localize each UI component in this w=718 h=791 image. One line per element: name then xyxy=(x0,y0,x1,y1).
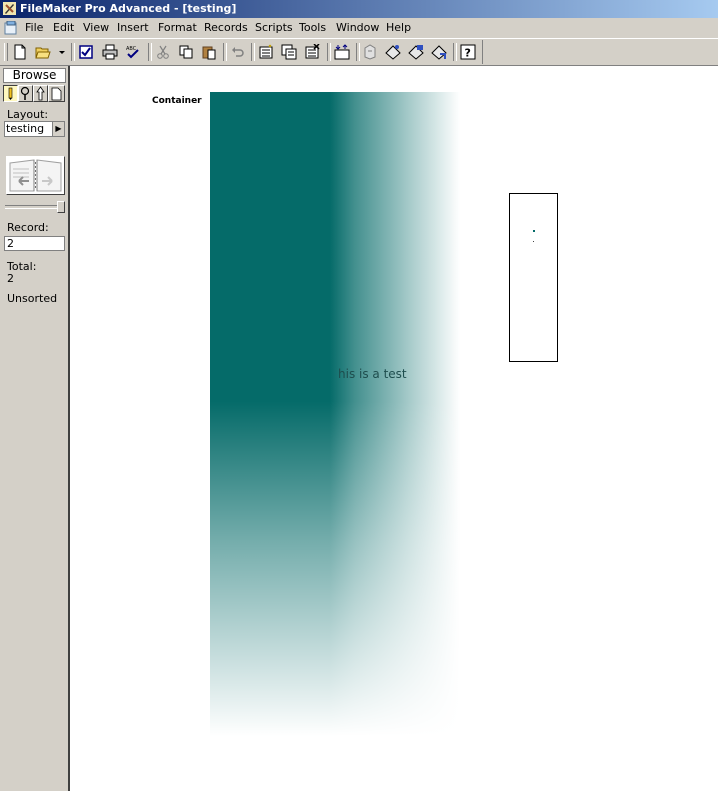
find-mode-button[interactable] xyxy=(18,85,33,102)
pencil-icon xyxy=(8,87,13,100)
record-slider-track[interactable] xyxy=(5,205,64,209)
open-folder-icon[interactable] xyxy=(35,44,51,60)
menu-file[interactable]: File xyxy=(23,18,45,38)
copy-icon[interactable] xyxy=(178,44,194,60)
spelling-check-icon[interactable]: ABC xyxy=(125,44,141,60)
duplicate-record-icon[interactable] xyxy=(281,44,297,60)
container-field-label: Container xyxy=(152,96,202,106)
window-title: FileMaker Pro Advanced - [testing] xyxy=(20,2,237,15)
paste-icon[interactable] xyxy=(201,44,217,60)
menu-scripts[interactable]: Scripts xyxy=(253,18,295,38)
record-label: Record: xyxy=(7,221,49,234)
layout-content-area: Container his is a test xyxy=(70,66,718,791)
menu-help[interactable]: Help xyxy=(384,18,413,38)
toolbar-separator xyxy=(356,43,360,61)
browse-mode-button[interactable] xyxy=(3,85,18,102)
gradient-fade xyxy=(210,92,460,736)
menu-bar: File Edit View Insert Format Records Scr… xyxy=(0,18,718,38)
standard-toolbar: ABC ? xyxy=(0,38,718,66)
toolbar-separator xyxy=(251,43,255,61)
script-icon[interactable] xyxy=(362,44,378,60)
menu-tools[interactable]: Tools xyxy=(297,18,328,38)
status-area: Browse Layout: testing ▶ Record: 2 Total… xyxy=(0,66,70,791)
menu-edit[interactable]: Edit xyxy=(51,18,76,38)
record-slider-thumb[interactable] xyxy=(57,201,65,213)
menu-window[interactable]: Window xyxy=(334,18,381,38)
field-dot xyxy=(533,241,534,242)
menu-records[interactable]: Records xyxy=(202,18,250,38)
toolbar-separator xyxy=(453,43,457,61)
title-bar: FileMaker Pro Advanced - [testing] xyxy=(0,0,718,18)
new-record-icon[interactable] xyxy=(258,44,274,60)
cut-icon[interactable] xyxy=(155,44,171,60)
layout-mode-button[interactable] xyxy=(33,85,48,102)
total-value: 2 xyxy=(7,272,14,285)
field-dot xyxy=(533,230,535,232)
print-icon[interactable] xyxy=(102,44,118,60)
sort-icon[interactable] xyxy=(334,44,350,60)
chevron-down-icon[interactable] xyxy=(58,44,66,60)
chevron-right-icon[interactable]: ▶ xyxy=(52,122,64,136)
overlay-text-field[interactable]: his is a test xyxy=(338,367,407,381)
export-icon[interactable] xyxy=(431,44,447,60)
svg-text:?: ? xyxy=(465,47,471,60)
document-icon[interactable] xyxy=(4,21,18,35)
toolbar-end xyxy=(482,40,483,64)
preview-mode-button[interactable] xyxy=(48,85,65,102)
delete-record-icon[interactable] xyxy=(304,44,320,60)
send-icon[interactable] xyxy=(385,44,401,60)
page-icon xyxy=(51,87,62,101)
record-book[interactable] xyxy=(6,156,65,195)
toolbar-separator xyxy=(71,43,75,61)
menu-insert[interactable]: Insert xyxy=(115,18,151,38)
send-mail-icon[interactable] xyxy=(408,44,424,60)
layout-label: Layout: xyxy=(7,108,49,121)
menu-format[interactable]: Format xyxy=(156,18,199,38)
book-icon xyxy=(9,159,62,192)
toolbar-separator xyxy=(223,43,227,61)
container-field[interactable] xyxy=(210,92,460,736)
layout-value: testing xyxy=(6,122,45,135)
undo-icon[interactable] xyxy=(230,44,246,60)
layout-tool-icon xyxy=(36,86,45,101)
svg-text:ABC: ABC xyxy=(126,46,137,52)
new-document-icon[interactable] xyxy=(12,44,28,60)
toolbar-separator xyxy=(148,43,152,61)
toolbar-separator xyxy=(327,43,331,61)
help-icon[interactable]: ? xyxy=(460,44,476,60)
magnifier-icon xyxy=(20,86,30,100)
filemaker-app-icon xyxy=(3,2,16,15)
mode-label: Browse xyxy=(3,68,66,83)
text-field-box[interactable] xyxy=(509,193,558,362)
layout-select[interactable]: testing ▶ xyxy=(4,121,65,137)
sort-status: Unsorted xyxy=(7,292,58,305)
menu-view[interactable]: View xyxy=(81,18,111,38)
checkbox-icon[interactable] xyxy=(78,44,94,60)
toolbar-grip[interactable] xyxy=(4,43,8,61)
record-number-field[interactable]: 2 xyxy=(4,236,65,251)
